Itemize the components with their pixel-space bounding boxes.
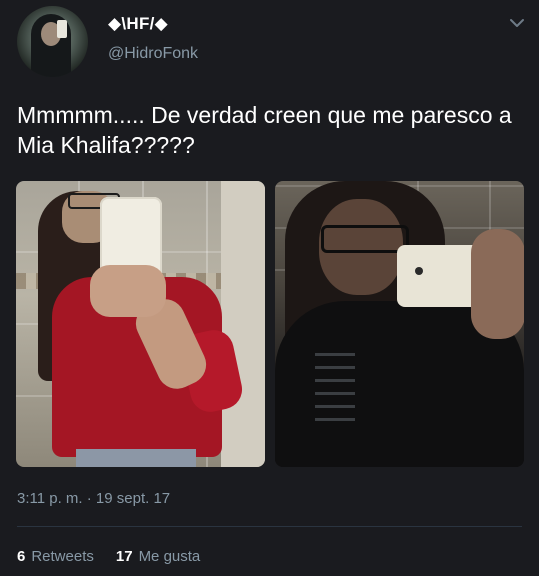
chevron-down-icon[interactable] [508,16,526,30]
user-handle[interactable]: @HidroFonk [108,45,198,63]
retweets-count[interactable]: 6 [17,548,25,565]
tweet-photo-1[interactable] [16,181,265,467]
tweet-text: Mmmmm..... De verdad creen que me paresc… [17,102,519,158]
display-name[interactable]: ◆\HF/◆ [108,14,168,34]
tweet-photo-2[interactable] [275,181,524,467]
tweet-timestamp[interactable]: 3:11 p. m. · 19 sept. 17 [17,490,170,507]
retweets-label[interactable]: Retweets [31,548,94,565]
avatar[interactable] [17,6,88,77]
tweet-card: ◆\HF/◆ @HidroFonk Mmmmm..... De verdad c… [0,0,539,576]
likes-count[interactable]: 17 [116,548,133,565]
tweet-stats: 6 Retweets 17 Me gusta [17,548,200,565]
likes-label[interactable]: Me gusta [139,548,201,565]
divider [17,526,522,527]
